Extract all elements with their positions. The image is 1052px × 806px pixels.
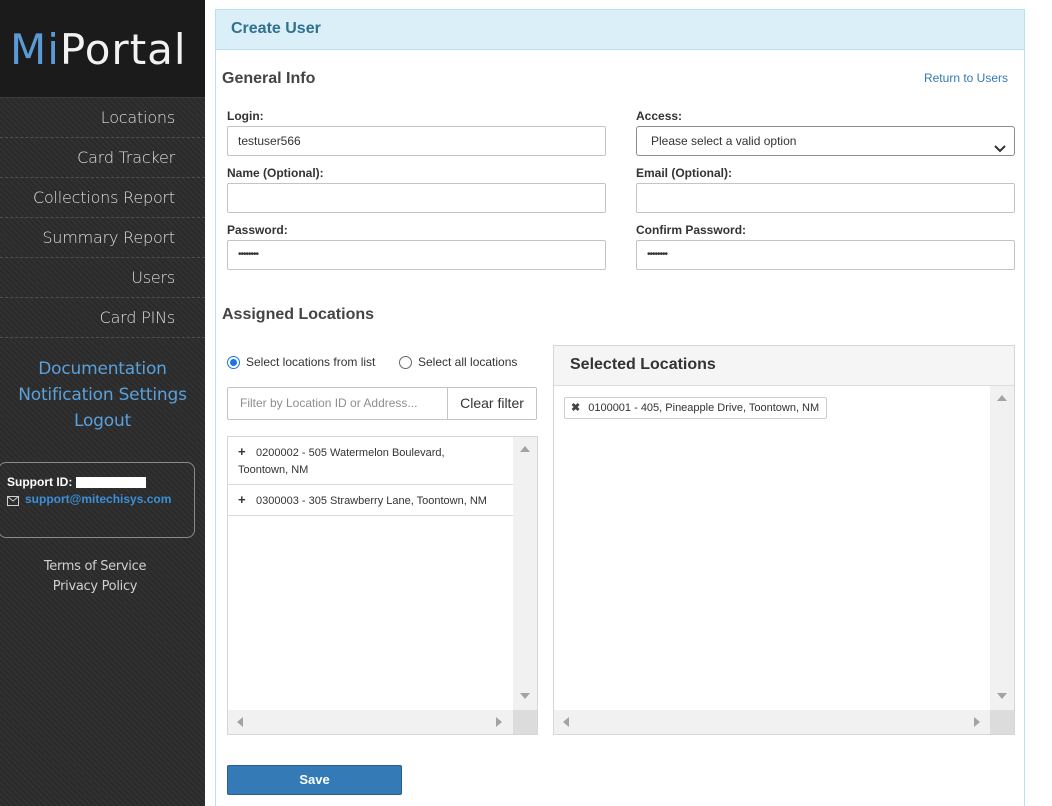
radio-from-list-label: Select locations from list	[246, 355, 376, 369]
scroll-right-arrow-icon[interactable]	[974, 717, 980, 727]
scroll-corner	[513, 710, 537, 734]
horizontal-scrollbar[interactable]	[228, 710, 513, 734]
name-label: Name (Optional):	[227, 166, 324, 180]
return-to-users-link[interactable]: Return to Users	[924, 71, 1008, 85]
sidebar-item-card-pins[interactable]: Card PINs	[0, 298, 205, 338]
login-label: Login:	[227, 109, 264, 123]
privacy-policy-link[interactable]: Privacy Policy	[0, 577, 190, 597]
logout-link[interactable]: Logout	[0, 408, 205, 434]
legal-links: Terms of Service Privacy Policy	[0, 557, 190, 597]
plus-icon[interactable]: +	[238, 443, 250, 460]
scroll-right-arrow-icon[interactable]	[496, 717, 502, 727]
location-text: 0200002 - 505 Watermelon Boulevard, Toon…	[238, 447, 445, 476]
logo-area: MiPortal	[0, 0, 205, 97]
chevron-down-icon	[994, 136, 1006, 153]
assigned-locations-title: Assigned Locations	[222, 306, 375, 323]
radio-button-unchecked[interactable]	[399, 355, 412, 369]
save-button[interactable]: Save	[227, 765, 402, 795]
support-box: Support ID: support@mitechisys.com	[0, 462, 195, 538]
name-input[interactable]	[227, 183, 606, 213]
email-label: Email (Optional):	[636, 166, 732, 180]
login-input[interactable]: testuser566	[227, 126, 606, 156]
sidebar-item-collections-report[interactable]: Collections Report	[0, 178, 205, 218]
list-item[interactable]: +0200002 - 505 Watermelon Boulevard, Too…	[228, 437, 513, 485]
selected-locations-list: ✖ 0100001 - 405, Pineapple Drive, Toonto…	[554, 386, 1014, 734]
create-user-panel: Create User General Info Return to Users…	[215, 9, 1025, 806]
support-email-row: support@mitechisys.com	[7, 492, 186, 506]
scroll-up-arrow-icon[interactable]	[997, 395, 1007, 401]
location-text: 0300003 - 305 Strawberry Lane, Toontown,…	[256, 495, 487, 507]
scroll-left-arrow-icon[interactable]	[237, 717, 243, 727]
radio-button-checked[interactable]	[227, 355, 240, 369]
documentation-link[interactable]: Documentation	[0, 356, 205, 382]
selected-locations-title: Selected Locations	[554, 346, 1014, 386]
scroll-corner	[990, 710, 1014, 734]
logo-mi: Mi	[10, 25, 60, 74]
horizontal-scrollbar[interactable]	[554, 710, 990, 734]
radio-select-all[interactable]: Select all locations	[399, 355, 517, 369]
general-info-title: General Info	[222, 70, 316, 87]
selected-location-text: 0100001 - 405, Pineapple Drive, Toontown…	[588, 402, 820, 414]
scroll-up-arrow-icon[interactable]	[520, 446, 530, 452]
sidebar-item-users[interactable]: Users	[0, 258, 205, 298]
access-select[interactable]: Please select a valid option	[636, 126, 1015, 156]
confirm-password-label: Confirm Password:	[636, 223, 747, 237]
scroll-down-arrow-icon[interactable]	[520, 693, 530, 699]
clear-filter-button[interactable]: Clear filter	[447, 387, 537, 420]
plus-icon[interactable]: +	[238, 491, 250, 508]
email-input[interactable]	[636, 183, 1015, 213]
sidebar: MiPortal Locations Card Tracker Collecti…	[0, 0, 205, 806]
scroll-left-arrow-icon[interactable]	[563, 717, 569, 727]
selected-locations-panel: Selected Locations ✖ 0100001 - 405, Pine…	[553, 345, 1015, 735]
remove-icon[interactable]: ✖	[571, 398, 580, 418]
panel-header: Create User	[216, 10, 1024, 50]
page-title: Create User	[231, 20, 321, 37]
password-label: Password:	[227, 223, 288, 237]
confirm-password-input[interactable]: ••••••••	[636, 240, 1015, 270]
list-item[interactable]: +0300003 - 305 Strawberry Lane, Toontown…	[228, 485, 513, 516]
support-id-value	[76, 476, 147, 488]
access-label: Access:	[636, 109, 683, 123]
envelope-icon	[7, 493, 21, 506]
radio-all-label: Select all locations	[418, 355, 518, 369]
sidebar-item-locations[interactable]: Locations	[0, 98, 205, 138]
password-input[interactable]: ••••••••	[227, 240, 606, 270]
terms-of-service-link[interactable]: Terms of Service	[0, 557, 190, 577]
vertical-scrollbar[interactable]	[990, 386, 1014, 710]
support-id-label: Support ID:	[7, 475, 73, 489]
sidebar-item-card-tracker[interactable]: Card Tracker	[0, 138, 205, 178]
sidebar-nav: Locations Card Tracker Collections Repor…	[0, 97, 205, 338]
logo-portal: Portal	[59, 25, 187, 74]
support-id-row: Support ID:	[7, 473, 186, 491]
sidebar-links: Documentation Notification Settings Logo…	[0, 338, 205, 434]
support-email-link[interactable]: support@mitechisys.com	[25, 492, 171, 506]
scroll-down-arrow-icon[interactable]	[997, 693, 1007, 699]
notification-settings-link[interactable]: Notification Settings	[0, 382, 205, 408]
sidebar-item-summary-report[interactable]: Summary Report	[0, 218, 205, 258]
vertical-scrollbar[interactable]	[513, 437, 537, 710]
selected-location-chip: ✖ 0100001 - 405, Pineapple Drive, Toonto…	[564, 397, 828, 419]
radio-select-from-list[interactable]: Select locations from list	[227, 355, 375, 369]
access-select-value: Please select a valid option	[651, 134, 797, 148]
available-locations-list: +0200002 - 505 Watermelon Boulevard, Too…	[227, 436, 538, 735]
miportal-logo[interactable]: MiPortal	[10, 24, 187, 76]
location-filter-input[interactable]: Filter by Location ID or Address...	[227, 387, 448, 420]
